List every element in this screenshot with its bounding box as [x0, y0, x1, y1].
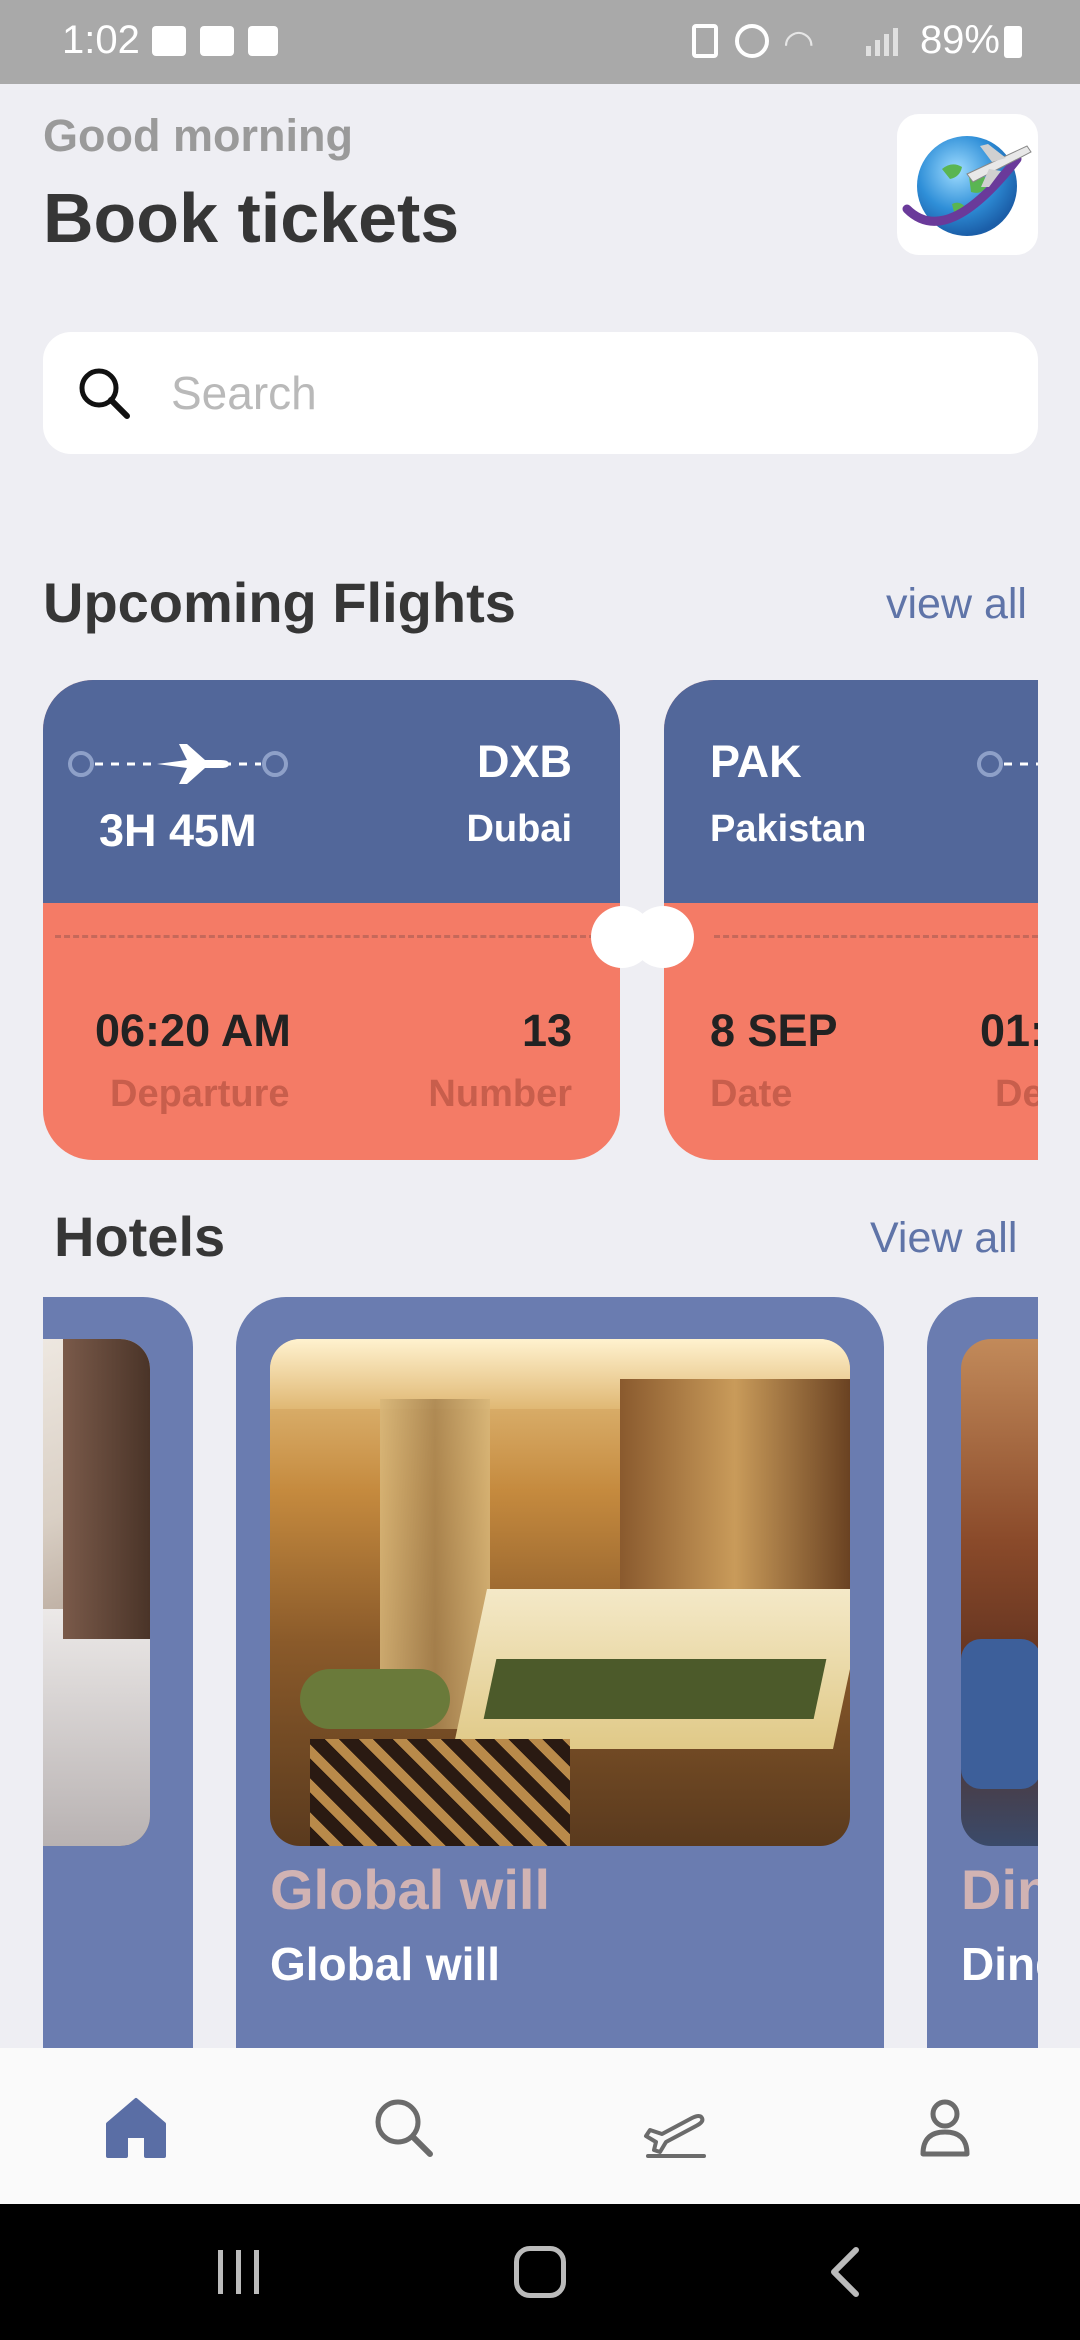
flight-duration: 3H 45M	[99, 805, 257, 856]
flight-departure-time: 06:20 AM	[95, 1005, 291, 1056]
check-icon	[248, 26, 278, 56]
hotel-card[interactable]: Global will Global will	[236, 1297, 884, 2050]
bottom-navigation	[0, 2048, 1080, 2204]
hotel-image	[43, 1339, 150, 1846]
flight-card[interactable]: PAK Pakistan 8 SEP Date 01: De	[664, 680, 1038, 1160]
ticket-notch	[632, 906, 694, 968]
home-icon[interactable]	[96, 2088, 176, 2168]
flight-card-header	[43, 680, 620, 903]
flight-date: 8 SEP	[710, 1005, 838, 1056]
flight-number-label: Number	[428, 1073, 572, 1115]
recent-apps-icon[interactable]	[214, 2250, 264, 2294]
flight-card-header	[664, 680, 1038, 903]
flight-departure-time: 01:	[980, 1005, 1038, 1056]
hotel-card[interactable]	[43, 1297, 193, 2050]
hotel-name: Din	[961, 1858, 1038, 1921]
ticket-divider	[55, 935, 595, 938]
search-icon[interactable]	[364, 2088, 444, 2168]
alarm-icon	[735, 24, 769, 58]
ticket-divider	[714, 935, 1038, 938]
flight-destination-code: DXB	[476, 736, 572, 787]
profile-icon[interactable]	[905, 2088, 985, 2168]
flight-departure-label: Departure	[110, 1073, 290, 1115]
hotel-image	[961, 1339, 1038, 1846]
flight-card[interactable]: 3H 45M DXB Dubai 06:20 AM Departure 13 N…	[43, 680, 620, 1160]
flight-route-icon	[974, 742, 1038, 786]
message-icon	[152, 26, 186, 56]
flight-route-icon	[65, 742, 295, 786]
home-button-icon[interactable]	[514, 2246, 566, 2298]
hotel-name: Global will	[270, 1858, 551, 1921]
hotel-image	[270, 1339, 850, 1846]
battery-icon	[1004, 26, 1022, 58]
globe-plane-logo-icon[interactable]	[897, 114, 1038, 255]
view-all-hotels-link[interactable]: View all	[870, 1214, 1017, 1263]
battery-saver-icon	[692, 24, 718, 58]
flight-destination-city: Dubai	[466, 808, 572, 850]
mail-icon	[200, 26, 234, 56]
section-title-flights: Upcoming Flights	[43, 571, 516, 634]
battery-level: 89%	[919, 18, 1000, 62]
greeting: Good morning	[43, 110, 353, 161]
flight-icon[interactable]	[636, 2088, 716, 2168]
back-icon[interactable]	[826, 2246, 866, 2298]
hotels-carousel[interactable]: Global will Global will Din Ding	[43, 1275, 1038, 2050]
hotel-subtitle: Ding	[961, 1938, 1038, 1990]
flight-number: 13	[521, 1005, 572, 1056]
view-all-flights-link[interactable]: view all	[886, 580, 1027, 629]
search-bar[interactable]	[43, 332, 1038, 454]
page-title: Book tickets	[43, 179, 460, 257]
wifi-call-icon	[826, 24, 860, 58]
hotel-card[interactable]: Din Ding	[927, 1297, 1038, 2050]
signal-icon	[866, 28, 902, 56]
section-title-hotels: Hotels	[54, 1205, 226, 1268]
flight-departure-label: De	[995, 1073, 1038, 1115]
status-bar: 1:02 ◠ 89%	[0, 0, 1080, 84]
search-input[interactable]	[171, 360, 991, 426]
status-time: 1:02	[62, 18, 140, 62]
flight-date-label: Date	[710, 1073, 793, 1115]
search-icon	[75, 364, 135, 424]
flight-origin-city: Pakistan	[710, 808, 867, 850]
flight-origin-code: PAK	[710, 736, 802, 787]
hotel-subtitle: Global will	[270, 1938, 501, 1990]
system-navigation-bar	[0, 2204, 1080, 2340]
wifi-icon: ◠	[783, 22, 815, 63]
